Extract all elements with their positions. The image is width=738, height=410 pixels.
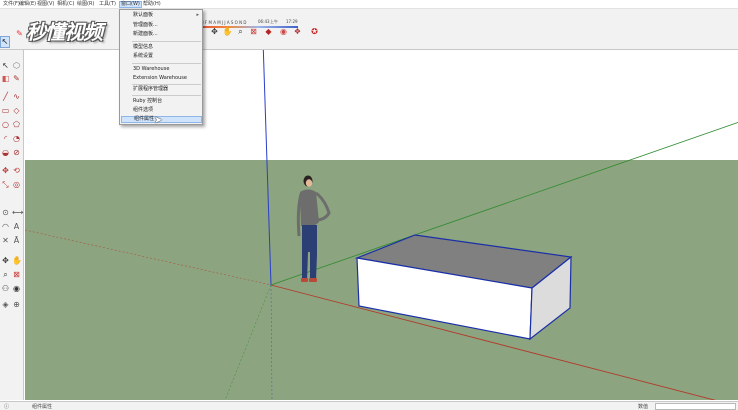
menu-item-preferences[interactable]: 系统设置 bbox=[121, 53, 202, 60]
extension-warehouse-icon[interactable]: ◉ bbox=[278, 26, 289, 37]
menu-item-model-info[interactable]: 模型信息 bbox=[121, 44, 202, 51]
menu-item-manage-trays[interactable]: 管理面板... bbox=[121, 22, 202, 29]
menu-item-label: 默认面板 bbox=[133, 12, 154, 18]
protractor-icon[interactable]: ◠ bbox=[1, 222, 10, 231]
rotate-icon[interactable]: ⟲ bbox=[12, 166, 21, 175]
watermark-logo: 秒懂视频 bbox=[26, 20, 103, 44]
info-icon[interactable]: ⓘ bbox=[4, 403, 9, 410]
freehand-icon[interactable]: ∿ bbox=[12, 92, 21, 101]
menu-item-3d-warehouse[interactable]: 3D Warehouse bbox=[121, 66, 202, 73]
pan-icon[interactable]: ✋ bbox=[12, 256, 22, 265]
tape-icon[interactable]: ⊙ bbox=[1, 208, 10, 217]
orbit-icon[interactable]: ✥ bbox=[1, 256, 10, 265]
menu-item-new-tray[interactable]: 新建面板... bbox=[121, 31, 202, 38]
mouse-pointer-icon: ➤ bbox=[154, 115, 163, 126]
follow-me-icon[interactable]: ⊘ bbox=[12, 148, 21, 157]
select-icon[interactable]: ↖ bbox=[1, 61, 10, 70]
rotated-rect-icon[interactable]: ◇ bbox=[12, 106, 21, 115]
eraser-icon[interactable]: ◧ bbox=[1, 74, 10, 83]
look-around-icon[interactable]: ◉ bbox=[12, 284, 21, 293]
rectangle-icon[interactable]: ▭ bbox=[1, 106, 10, 115]
menu-item-extension-warehouse[interactable]: Extension Warehouse bbox=[121, 75, 202, 82]
menu-bar: 文件(F) 编辑(E) 视图(V) 相机(C) 绘图(R) 工具(T) 窗口(W… bbox=[0, 0, 738, 9]
menu-item-default-tray[interactable]: 默认面板 ▸ bbox=[121, 12, 202, 19]
menu-tools[interactable]: 工具(T) bbox=[98, 1, 117, 8]
zoom-window-icon[interactable]: ⊠ bbox=[248, 26, 259, 37]
line-icon[interactable]: ╱ bbox=[1, 92, 10, 101]
text-icon[interactable]: A bbox=[12, 222, 21, 231]
zoom-icon[interactable]: ⌕ bbox=[235, 26, 246, 37]
menu-draw[interactable]: 绘图(R) bbox=[76, 1, 95, 8]
pan-icon[interactable]: ✋ bbox=[222, 26, 233, 37]
shadow-time-start: 06:43 bbox=[258, 19, 270, 24]
shadow-months-label: I J F M A M J J A S O N D bbox=[200, 20, 247, 25]
menu-separator bbox=[132, 41, 201, 42]
position-camera-icon[interactable]: ⊕ bbox=[12, 300, 21, 309]
menu-item-extension-manager[interactable]: 扩展程序管理器 bbox=[121, 86, 202, 93]
axes-icon[interactable]: ✕ bbox=[1, 236, 10, 245]
orbit-icon[interactable]: ✥ bbox=[209, 26, 220, 37]
main-toolbar: ↖ ✎ I J F M A M J J A S O N D 06:43 上午 1… bbox=[0, 9, 738, 50]
menu-item-component-options[interactable]: 组件选项 bbox=[121, 107, 202, 114]
measurement-input[interactable] bbox=[655, 403, 736, 410]
figure-face bbox=[305, 179, 313, 187]
menu-view[interactable]: 视图(V) bbox=[36, 1, 55, 8]
zoom-icon[interactable]: ⌕ bbox=[1, 270, 10, 279]
shadow-time-am: 上午 bbox=[270, 19, 278, 24]
eraser-icon[interactable]: ✎ bbox=[14, 28, 25, 39]
layout-icon[interactable]: ❖ bbox=[292, 26, 303, 37]
measurement-label: 数值 bbox=[638, 404, 649, 410]
menu-item-ruby-console[interactable]: Ruby 控制台 bbox=[121, 98, 202, 105]
extension-manager-icon[interactable]: ✪ bbox=[309, 26, 320, 37]
menu-help[interactable]: 帮助(H) bbox=[142, 1, 162, 8]
tool-palette: ↖ ⬡ ◧ ✎ ╱ ∿ ▭ ◇ ○ ⬠ ◜ ◔ ◒ ⊘ ✥ ⟲ ⤡ ◎ ⊙ ⟷ … bbox=[0, 50, 24, 400]
menu-camera[interactable]: 相机(C) bbox=[56, 1, 75, 8]
menu-edit[interactable]: 编辑(E) bbox=[18, 1, 37, 8]
figure-shoe-right bbox=[309, 278, 317, 282]
move-icon[interactable]: ✥ bbox=[1, 166, 10, 175]
3d-text-icon[interactable]: Ā bbox=[12, 236, 21, 245]
shadow-time-end: 17:29 bbox=[286, 19, 298, 24]
walk-icon[interactable]: ⚇ bbox=[1, 284, 10, 293]
component-icon[interactable]: ⬡ bbox=[12, 61, 21, 70]
pie-icon[interactable]: ◔ bbox=[12, 134, 21, 143]
scale-icon[interactable]: ⤡ bbox=[1, 180, 10, 189]
offset-icon[interactable]: ◎ bbox=[12, 180, 21, 189]
arc-icon[interactable]: ◜ bbox=[1, 134, 10, 143]
circle-icon[interactable]: ○ bbox=[1, 120, 10, 129]
3d-warehouse-icon[interactable]: ◆ bbox=[263, 26, 274, 37]
window-menu-dropdown: 默认面板 ▸ 管理面板... 新建面板... 模型信息 系统设置 3D Ware… bbox=[119, 9, 203, 125]
paint-icon[interactable]: ✎ bbox=[12, 74, 21, 83]
zoom-window-icon[interactable]: ⊠ bbox=[12, 270, 21, 279]
menu-window[interactable]: 窗口(W) bbox=[119, 1, 142, 8]
status-bar: ⓘ 组件属性 数值 bbox=[0, 401, 738, 410]
select-arrow-icon[interactable]: ↖ bbox=[0, 36, 10, 48]
status-hint: 组件属性 bbox=[32, 404, 53, 410]
polygon-icon[interactable]: ⬠ bbox=[12, 120, 21, 129]
submenu-arrow-icon: ▸ bbox=[196, 12, 199, 18]
menu-separator bbox=[132, 95, 201, 96]
push-pull-icon[interactable]: ◒ bbox=[1, 148, 10, 157]
figure-shoe-left bbox=[301, 278, 308, 282]
section-icon[interactable]: ◈ bbox=[1, 300, 10, 309]
menu-separator bbox=[132, 84, 201, 85]
dimension-icon[interactable]: ⟷ bbox=[12, 208, 23, 217]
menu-separator bbox=[132, 63, 201, 64]
